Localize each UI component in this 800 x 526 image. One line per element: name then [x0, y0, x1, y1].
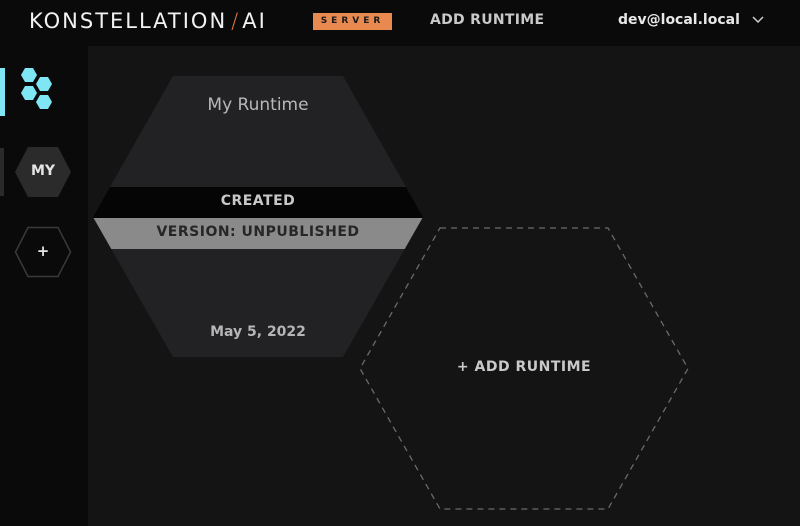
- add-runtime-card[interactable]: + ADD RUNTIME: [358, 227, 690, 510]
- sidebar: MY +: [0, 46, 88, 526]
- sidebar-item-my[interactable]: MY: [14, 146, 72, 198]
- main-content: My Runtime CREATED VERSION: UNPUBLISHED …: [88, 46, 800, 526]
- app-logo[interactable]: KONSTELLATION/AI: [29, 9, 267, 33]
- sidebar-item-home[interactable]: [18, 66, 60, 116]
- hexagon-cluster-icon: [21, 68, 52, 109]
- sidebar-item-add[interactable]: +: [14, 226, 72, 278]
- plus-icon: +: [36, 242, 50, 260]
- top-bar: KONSTELLATION/AI SERVER ADD RUNTIME dev@…: [0, 0, 800, 46]
- chevron-down-icon: [752, 16, 764, 24]
- logo-slash: /: [231, 9, 241, 33]
- logo-text: KONSTELLATION: [29, 9, 228, 33]
- user-menu[interactable]: dev@local.local: [618, 12, 764, 28]
- logo-suffix: AI: [242, 9, 267, 33]
- active-indicator: [0, 68, 5, 116]
- server-badge: SERVER: [313, 13, 392, 30]
- sidebar-item-label: MY: [30, 163, 56, 179]
- add-runtime-label: + ADD RUNTIME: [456, 359, 592, 375]
- section-indicator: [0, 148, 4, 196]
- user-email: dev@local.local: [618, 12, 740, 28]
- nav-add-runtime-link[interactable]: ADD RUNTIME: [430, 12, 544, 28]
- runtime-name: My Runtime: [207, 95, 309, 115]
- runtime-status: CREATED: [220, 193, 296, 209]
